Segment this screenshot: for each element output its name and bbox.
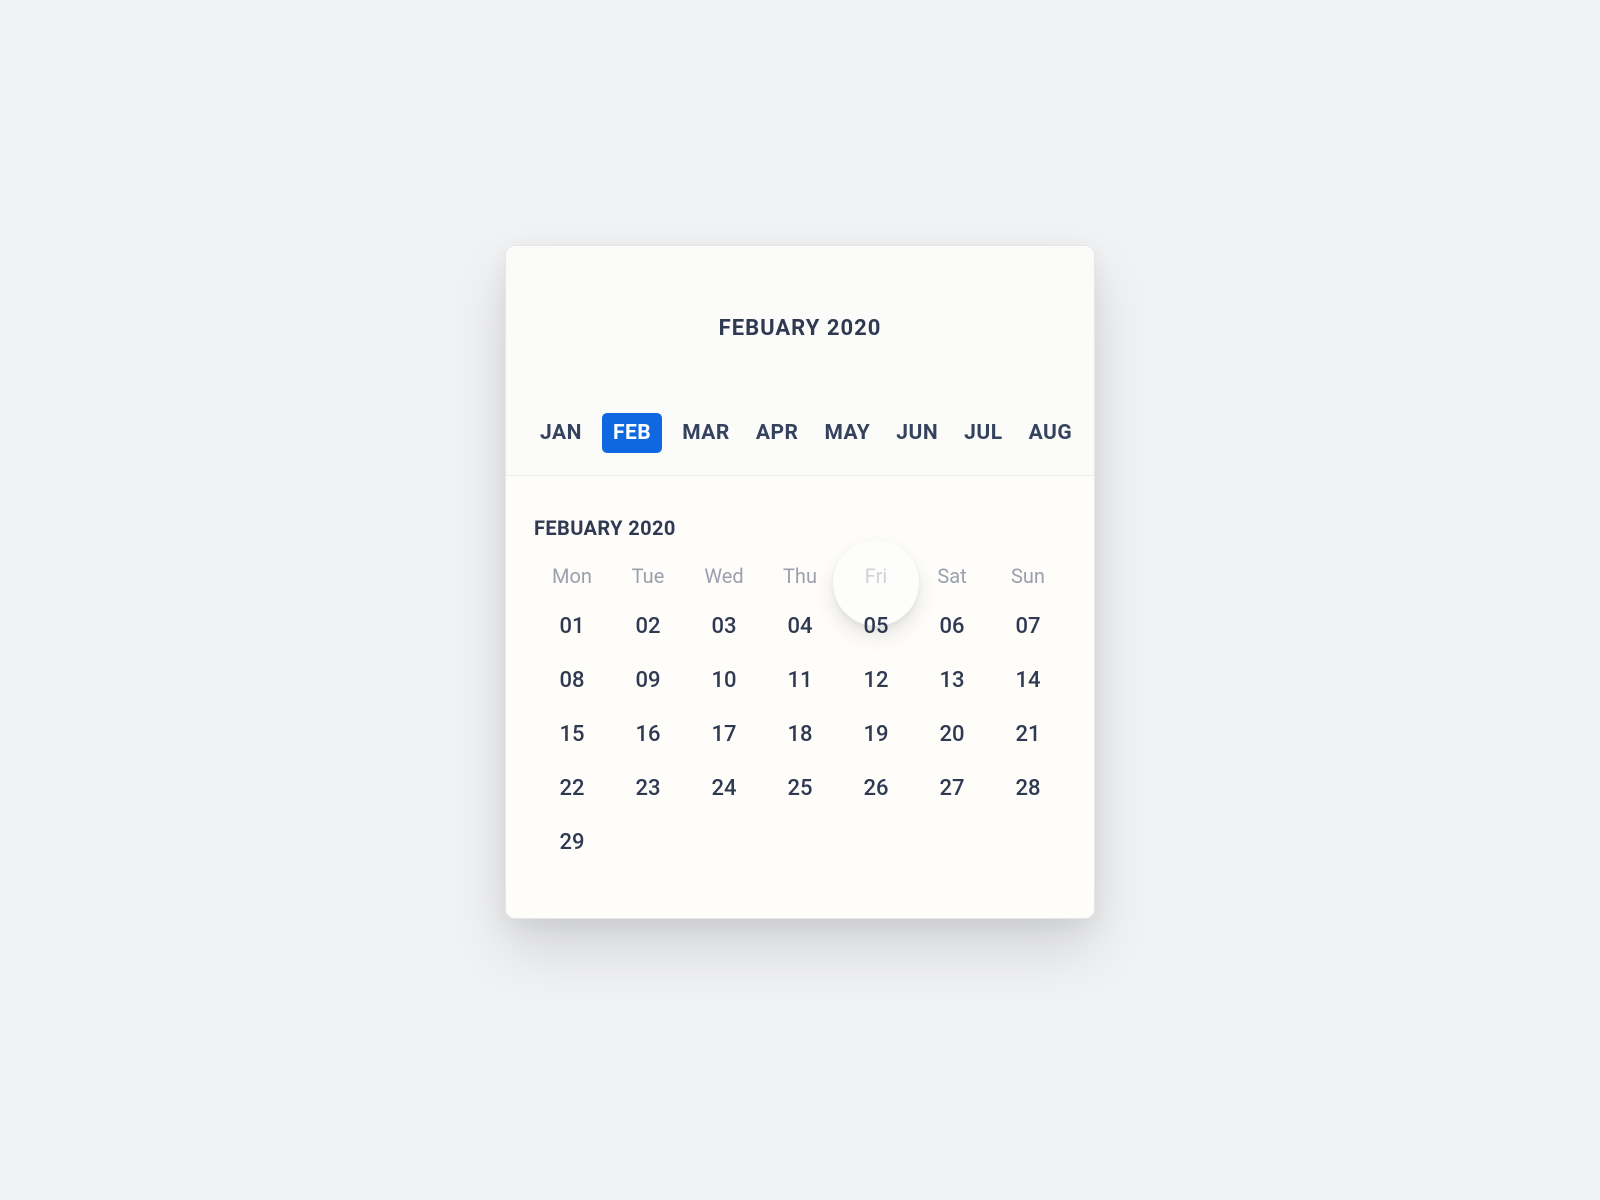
weekday-thu: Thu <box>762 564 838 588</box>
day-09[interactable]: 09 <box>610 666 686 696</box>
weekday-mon: Mon <box>534 564 610 588</box>
month-jan[interactable]: JAN <box>534 415 588 451</box>
day-22[interactable]: 22 <box>534 774 610 804</box>
day-25[interactable]: 25 <box>762 774 838 804</box>
day-28[interactable]: 28 <box>990 774 1066 804</box>
day-06[interactable]: 06 <box>914 612 990 642</box>
day-02[interactable]: 02 <box>610 612 686 642</box>
weekday-sat: Sat <box>914 564 990 588</box>
day-19[interactable]: 19 <box>838 720 914 750</box>
day-21[interactable]: 21 <box>990 720 1066 750</box>
day-07[interactable]: 07 <box>990 612 1066 642</box>
calendar-header: FEBUARY 2020 JAN FEB MAR APR MAY JUN JUL AUG <box>506 246 1094 476</box>
day-23[interactable]: 23 <box>610 774 686 804</box>
days-grid: 01020304050607 08091011121314 151617181920… <box>534 612 1066 858</box>
day-13[interactable]: 13 <box>914 666 990 696</box>
calendar-card: FEBUARY 2020 JAN FEB MAR APR MAY JUN JUL AUG FE… <box>505 245 1095 919</box>
day-17[interactable]: 17 <box>686 720 762 750</box>
month-mar[interactable]: MAR <box>676 415 736 451</box>
day-24[interactable]: 24 <box>686 774 762 804</box>
day-27[interactable]: 27 <box>914 774 990 804</box>
day-08[interactable]: 08 <box>534 666 610 696</box>
month-jul[interactable]: JUL <box>958 415 1008 451</box>
day-03[interactable]: 03 <box>686 612 762 642</box>
calendar-body: FEBUARY 2020 MonTueWedThuFriSatSun 01020… <box>506 476 1094 918</box>
weekday-tue: Tue <box>610 564 686 588</box>
day-20[interactable]: 20 <box>914 720 990 750</box>
day-12[interactable]: 12 <box>838 666 914 696</box>
month-may[interactable]: MAY <box>818 415 876 451</box>
day-14[interactable]: 14 <box>990 666 1066 696</box>
month-apr[interactable]: APR <box>750 415 805 451</box>
day-29[interactable]: 29 <box>534 828 610 858</box>
month-aug[interactable]: AUG <box>1023 415 1079 451</box>
day-01[interactable]: 01 <box>534 612 610 642</box>
day-15[interactable]: 15 <box>534 720 610 750</box>
day-05[interactable]: 05 <box>838 612 914 642</box>
day-16[interactable]: 16 <box>610 720 686 750</box>
day-26[interactable]: 26 <box>838 774 914 804</box>
calendar-subtitle: FEBUARY 2020 <box>534 516 1066 540</box>
months-row: JAN FEB MAR APR MAY JUN JUL AUG <box>506 413 1094 475</box>
month-feb[interactable]: FEB <box>602 413 662 453</box>
day-18[interactable]: 18 <box>762 720 838 750</box>
day-04[interactable]: 04 <box>762 612 838 642</box>
month-jun[interactable]: JUN <box>890 415 944 451</box>
weekday-fri: Fri <box>838 564 914 588</box>
calendar-title: FEBUARY 2020 <box>506 316 1094 341</box>
weekday-sun: Sun <box>990 564 1066 588</box>
weekday-wed: Wed <box>686 564 762 588</box>
weekdays-row: MonTueWedThuFriSatSun <box>534 564 1066 588</box>
day-11[interactable]: 11 <box>762 666 838 696</box>
day-10[interactable]: 10 <box>686 666 762 696</box>
